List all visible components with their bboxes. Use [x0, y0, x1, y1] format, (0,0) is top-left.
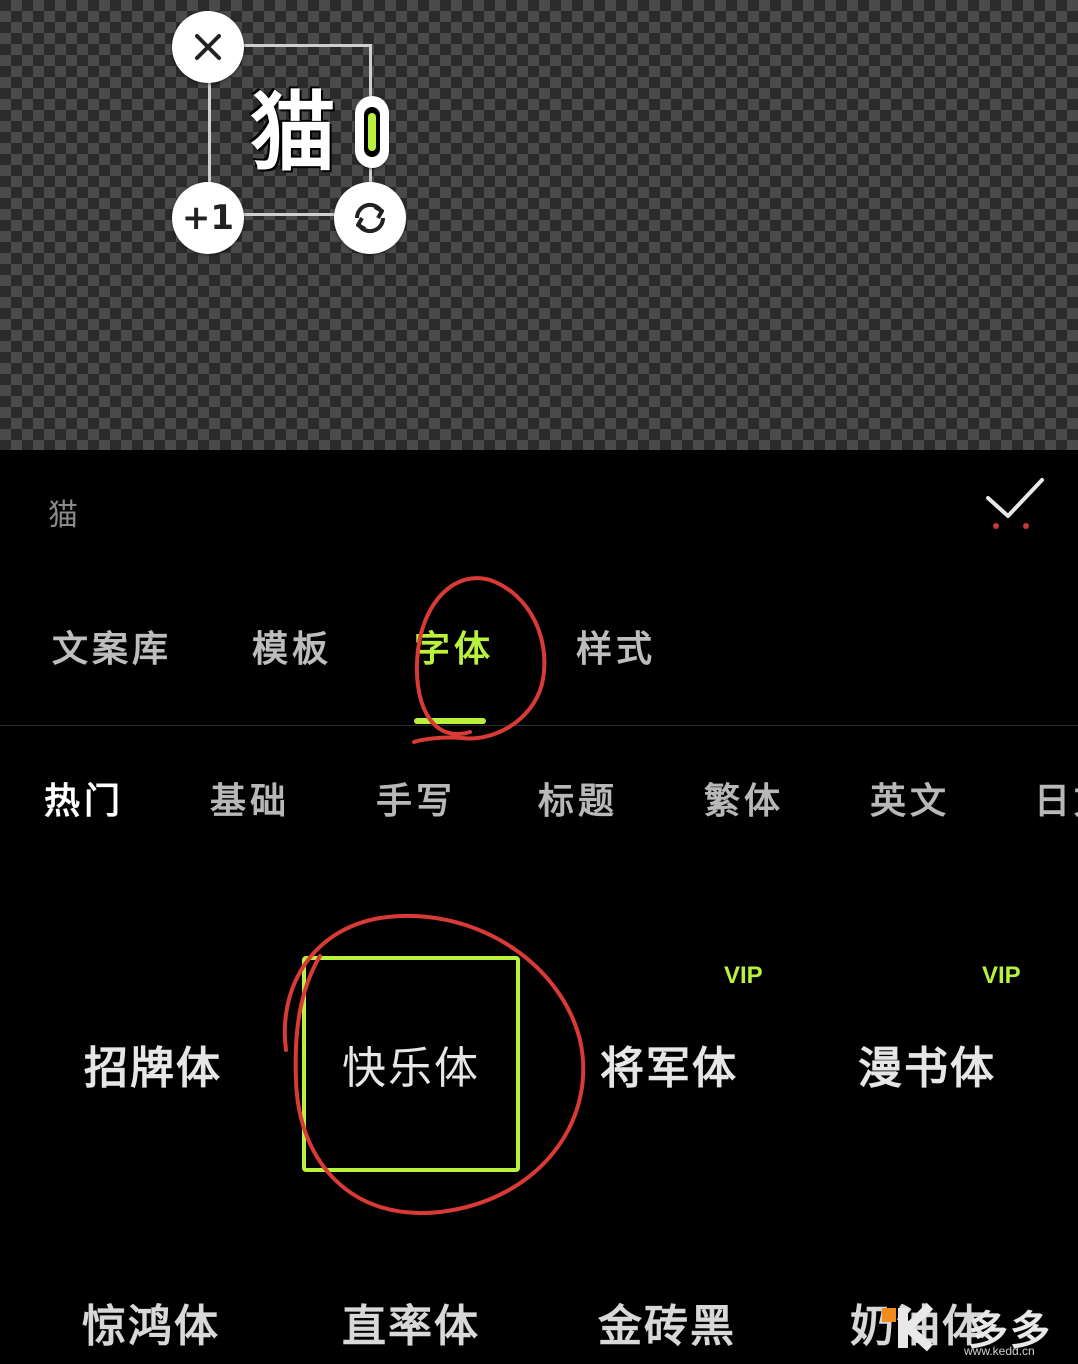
tab-font[interactable]: 字体: [414, 620, 494, 672]
duplicate-label: +1: [181, 198, 235, 238]
tab-template[interactable]: 模板: [252, 620, 332, 672]
category-handwriting[interactable]: 手写: [376, 772, 456, 824]
rotate-text-button[interactable]: [334, 182, 406, 254]
tabs-divider: [0, 725, 1078, 726]
canvas-text[interactable]: 猫: [238, 78, 348, 188]
font-item-zhaopai[interactable]: 招牌体: [44, 956, 262, 1172]
category-basic[interactable]: 基础: [210, 772, 290, 824]
canvas-preview[interactable]: 猫 +1: [0, 0, 1078, 450]
watermark: 多多 www.kedd.cn: [868, 1298, 1078, 1360]
rotate-icon: [354, 202, 386, 234]
close-icon: [195, 34, 221, 60]
active-tab-indicator: [414, 718, 486, 724]
font-item-zhilv[interactable]: 直率体: [342, 1290, 480, 1360]
watermark-url: www.kedd.cn: [964, 1344, 1035, 1358]
tab-copy-library[interactable]: 文案库: [52, 620, 172, 672]
font-item-label: 漫书体: [858, 1043, 996, 1094]
font-item-kuaile[interactable]: 快乐体: [302, 956, 520, 1172]
font-categories: 热门 基础 手写 标题 繁体 英文 日文: [0, 760, 1078, 840]
delete-text-button[interactable]: [172, 11, 244, 83]
font-item-label: 将军体: [600, 1043, 738, 1094]
duplicate-text-button[interactable]: +1: [172, 182, 244, 254]
font-item-label: 快乐体: [342, 1043, 480, 1094]
category-english[interactable]: 英文: [870, 772, 950, 824]
checkmark-icon: [986, 478, 1044, 529]
category-traditional[interactable]: 繁体: [704, 772, 784, 824]
category-popular[interactable]: 热门: [44, 772, 124, 824]
confirm-button[interactable]: [984, 474, 1046, 536]
main-tabs: 文案库 模板 字体 样式: [0, 600, 1078, 724]
text-input-value[interactable]: 猫: [48, 490, 78, 534]
font-item-jinghong[interactable]: 惊鸿体: [82, 1290, 220, 1360]
category-japanese[interactable]: 日文: [1034, 772, 1078, 824]
resize-handle[interactable]: [355, 96, 389, 168]
vip-badge: VIP: [724, 962, 763, 989]
text-input-row[interactable]: 猫: [0, 452, 1078, 572]
font-item-jinzhuan[interactable]: 金砖黑: [598, 1290, 736, 1360]
tab-style[interactable]: 样式: [576, 620, 656, 672]
resize-handle-indicator: [368, 113, 376, 151]
font-item-label: 招牌体: [84, 1043, 222, 1094]
vip-badge: VIP: [982, 962, 1021, 989]
category-title[interactable]: 标题: [538, 772, 618, 824]
